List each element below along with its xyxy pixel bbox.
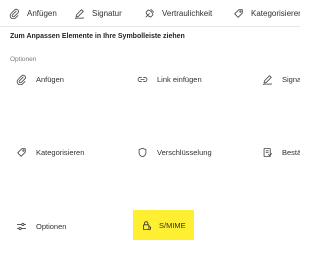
command-insert-link[interactable]: Link einfügen [137,69,202,89]
tag-icon [16,147,27,158]
shield-icon [137,147,148,158]
command-smime[interactable]: S/MIME [133,210,194,240]
tag-icon [233,8,244,19]
command-encrypt[interactable]: Verschlüsselung [137,142,212,162]
command-label: S/MIME [159,220,186,230]
command-label: Verschlüsselung [157,147,212,157]
command-label: Signatur [282,74,300,84]
toolbar-item-signature[interactable]: Signatur [74,0,122,26]
paperclip-icon [16,74,27,85]
link-icon [137,74,148,85]
pen-signature-icon [262,74,273,85]
toolbar-item-attach[interactable]: Anfügen [9,0,57,26]
pen-signature-icon [74,8,85,19]
command-label: Optionen [36,221,67,231]
command-label: Anfügen [36,74,64,84]
receipt-icon [262,147,273,158]
customize-toolbar-panel: Anfügen Signatur Vertraulichkeit Kategor… [0,0,300,265]
command-label: Kategorisieren [36,147,85,157]
command-receipt[interactable]: Bestätigung [262,142,300,162]
paperclip-icon [9,8,20,19]
toolbar-item-label: Vertraulichkeit [162,8,213,18]
command-categorize[interactable]: Kategorisieren [16,142,84,162]
lock-shield-icon [141,220,152,231]
toolbar: Anfügen Signatur Vertraulichkeit Kategor… [0,0,300,27]
toolbar-item-categorize[interactable]: Kategorisieren [233,0,300,26]
toolbar-item-sensitivity[interactable]: Vertraulichkeit [144,0,212,26]
command-attach[interactable]: Anfügen [16,69,64,89]
sensitivity-icon [144,8,155,19]
sliders-icon [16,221,27,232]
section-label-options: Optionen [10,56,37,63]
toolbar-item-label: Signatur [92,8,122,18]
command-signature[interactable]: Signatur [262,69,300,89]
command-label: Link einfügen [157,74,202,84]
customize-instruction: Zum Anpassen Elemente in Ihre Symbolleis… [10,33,185,40]
command-options[interactable]: Optionen [16,216,66,236]
command-label: Bestätigung [282,147,300,157]
toolbar-item-label: Anfügen [27,8,57,18]
toolbar-item-label: Kategorisieren [251,8,300,18]
